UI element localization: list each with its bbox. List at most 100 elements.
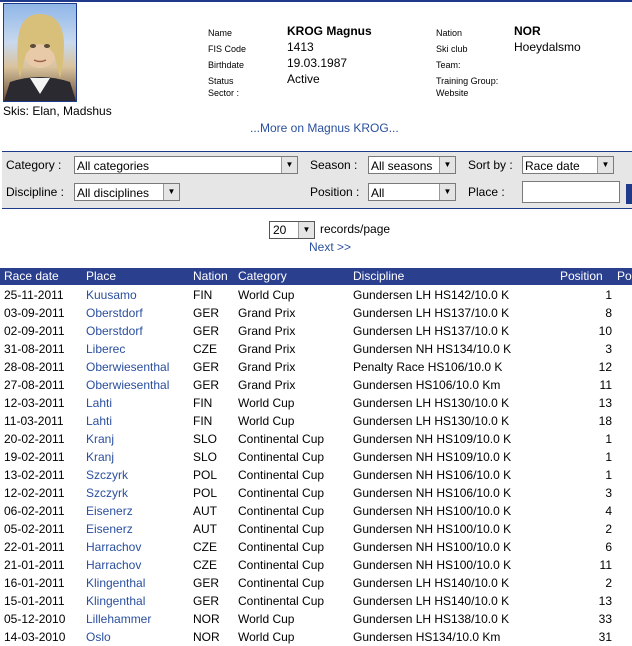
athlete-photo: [3, 3, 77, 102]
position-label: Position :: [310, 185, 360, 199]
table-row[interactable]: 02-09-2011 Oberstdorf GER Grand Prix Gunders…: [0, 322, 632, 340]
cell-category: Grand Prix: [238, 324, 296, 338]
cell-race-date: 27-08-2011: [4, 378, 65, 392]
name-label: Name: [208, 28, 233, 38]
cell-place-link[interactable]: Lahti: [86, 396, 112, 410]
table-row[interactable]: 31-08-2011 Liberec CZE Grand Prix Gundersen …: [0, 340, 632, 358]
cell-race-date: 13-02-2011: [4, 468, 65, 482]
table-row[interactable]: 13-02-2011 Szczyrk POL Continental Cup Gunde…: [0, 466, 632, 484]
cell-race-date: 12-03-2011: [4, 396, 65, 410]
cell-nation: CZE: [193, 558, 217, 572]
table-row[interactable]: 11-03-2011 Lahti FIN World Cup Gundersen LH …: [0, 412, 632, 430]
header-position[interactable]: Position: [560, 269, 603, 283]
cell-discipline: Gundersen LH HS140/10.0 K: [353, 576, 510, 590]
results-table-header: Race date Place Nation Category Discipli…: [0, 268, 632, 285]
records-per-page-label: records/page: [320, 222, 391, 236]
cell-place-link[interactable]: Oberstdorf: [86, 306, 143, 320]
cell-category: Grand Prix: [238, 378, 296, 392]
cell-place-link[interactable]: Klingenthal: [86, 576, 145, 590]
cell-position: 10: [598, 324, 612, 338]
chevron-down-icon: ▼: [281, 157, 297, 173]
sortby-select[interactable]: Race date ▼: [522, 156, 614, 174]
cell-nation: NOR: [193, 612, 220, 626]
table-row[interactable]: 15-01-2011 Klingenthal GER Continental Cup G…: [0, 592, 632, 610]
cell-nation: CZE: [193, 540, 217, 554]
next-page-link[interactable]: Next >>: [309, 240, 351, 254]
cell-position: 11: [599, 378, 612, 392]
cell-place-link[interactable]: Kranj: [86, 432, 114, 446]
table-row[interactable]: 05-12-2010 Lillehammer NOR World Cup Gunders…: [0, 610, 632, 628]
category-select[interactable]: All categories ▼: [74, 156, 298, 174]
more-athlete-link[interactable]: ...More on Magnus KROG...: [250, 121, 399, 135]
cell-place-link[interactable]: Lahti: [86, 414, 112, 428]
skiclub-label: Ski club: [436, 44, 468, 54]
cell-place-link[interactable]: Harrachov: [86, 558, 141, 572]
search-button[interactable]: [626, 184, 632, 204]
header-discipline[interactable]: Discipline: [353, 269, 404, 283]
cell-place-link[interactable]: Oberwiesenthal: [86, 360, 169, 374]
cell-position: 1: [605, 450, 612, 464]
cell-place-link[interactable]: Oslo: [86, 630, 111, 644]
header-category[interactable]: Category: [238, 269, 287, 283]
discipline-select[interactable]: All disciplines ▼: [74, 183, 180, 201]
position-select[interactable]: All ▼: [368, 183, 456, 201]
table-row[interactable]: 19-02-2011 Kranj SLO Continental Cup Gunders…: [0, 448, 632, 466]
cell-position: 2: [605, 522, 612, 536]
athlete-name: KROG Magnus: [287, 24, 372, 38]
table-row[interactable]: 28-08-2011 Oberwiesenthal GER Grand Prix Pen…: [0, 358, 632, 376]
cell-place-link[interactable]: Harrachov: [86, 540, 141, 554]
cell-nation: AUT: [193, 522, 217, 536]
cell-place-link[interactable]: Szczyrk: [86, 468, 128, 482]
cell-place-link[interactable]: Eisenerz: [86, 522, 133, 536]
place-input[interactable]: [522, 181, 620, 203]
table-row[interactable]: 16-01-2011 Klingenthal GER Continental Cup G…: [0, 574, 632, 592]
cell-place-link[interactable]: Oberwiesenthal: [86, 378, 169, 392]
table-row[interactable]: 21-01-2011 Harrachov CZE Continental Cup Gun…: [0, 556, 632, 574]
header-points[interactable]: Po: [617, 269, 632, 283]
table-row[interactable]: 20-02-2011 Kranj SLO Continental Cup Gunders…: [0, 430, 632, 448]
records-per-page-select[interactable]: 20 ▼: [269, 221, 315, 239]
chevron-down-icon: ▼: [439, 184, 455, 200]
cell-race-date: 22-01-2011: [4, 540, 65, 554]
cell-category: World Cup: [238, 288, 295, 302]
records-per-page-value: 20: [273, 223, 287, 237]
table-row[interactable]: 22-01-2011 Harrachov CZE Continental Cup Gun…: [0, 538, 632, 556]
cell-place-link[interactable]: Liberec: [86, 342, 125, 356]
cell-nation: SLO: [193, 450, 218, 464]
table-row[interactable]: 05-02-2011 Eisenerz AUT Continental Cup Gund…: [0, 520, 632, 538]
table-row[interactable]: 27-08-2011 Oberwiesenthal GER Grand Prix Gun…: [0, 376, 632, 394]
cell-place-link[interactable]: Szczyrk: [86, 486, 128, 500]
cell-discipline: Gundersen NH HS109/10.0 K: [353, 450, 512, 464]
cell-nation: FIN: [193, 288, 213, 302]
cell-place-link[interactable]: Oberstdorf: [86, 324, 143, 338]
chevron-down-icon: ▼: [163, 184, 179, 200]
table-row[interactable]: 06-02-2011 Eisenerz AUT Continental Cup Gund…: [0, 502, 632, 520]
cell-discipline: Gundersen LH HS130/10.0 K: [353, 414, 510, 428]
cell-position: 13: [598, 396, 612, 410]
cell-position: 1: [605, 432, 612, 446]
table-row[interactable]: 12-03-2011 Lahti FIN World Cup Gundersen LH …: [0, 394, 632, 412]
table-row[interactable]: 12-02-2011 Szczyrk POL Continental Cup Gunde…: [0, 484, 632, 502]
cell-place-link[interactable]: Klingenthal: [86, 594, 145, 608]
cell-nation: FIN: [193, 396, 213, 410]
cell-discipline: Gundersen NH HS134/10.0 K: [353, 342, 512, 356]
table-row[interactable]: 14-03-2010 Oslo NOR World Cup Gundersen HS13…: [0, 628, 632, 646]
cell-category: Continental Cup: [238, 468, 325, 482]
table-row[interactable]: 25-11-2011 Kuusamo FIN World Cup Gundersen L…: [0, 286, 632, 304]
nation-label: Nation: [436, 28, 463, 38]
cell-discipline: Gundersen NH HS109/10.0 K: [353, 432, 512, 446]
category-select-value: All categories: [77, 159, 150, 173]
cell-nation: SLO: [193, 432, 218, 446]
cell-race-date: 15-01-2011: [4, 594, 65, 608]
cell-place-link[interactable]: Kuusamo: [86, 288, 137, 302]
cell-position: 4: [605, 504, 612, 518]
header-race-date[interactable]: Race date: [4, 269, 59, 283]
cell-place-link[interactable]: Lillehammer: [86, 612, 151, 626]
header-place[interactable]: Place: [86, 269, 116, 283]
table-row[interactable]: 03-09-2011 Oberstdorf GER Grand Prix Gunders…: [0, 304, 632, 322]
cell-place-link[interactable]: Eisenerz: [86, 504, 133, 518]
season-select[interactable]: All seasons ▼: [368, 156, 456, 174]
cell-discipline: Gundersen LH HS137/10.0 K: [353, 324, 510, 338]
header-nation[interactable]: Nation: [193, 269, 228, 283]
cell-place-link[interactable]: Kranj: [86, 450, 114, 464]
